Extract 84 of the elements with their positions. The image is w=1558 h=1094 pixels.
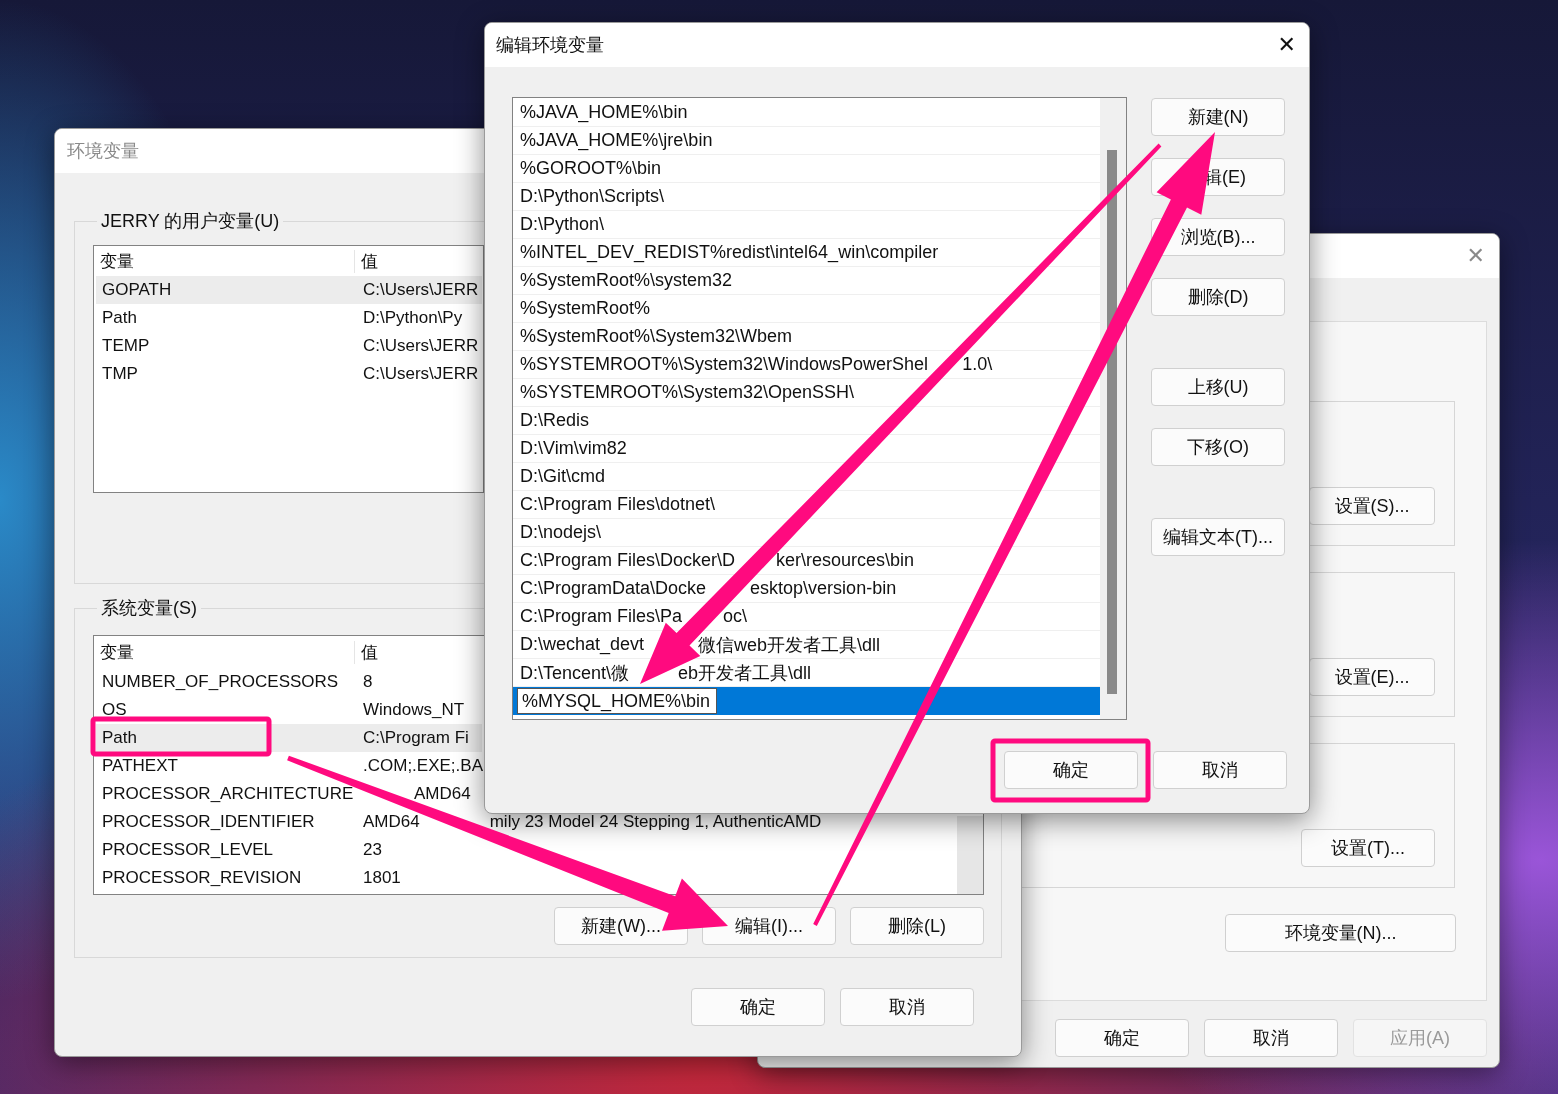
dialog-button[interactable]: 取消 xyxy=(1153,751,1287,789)
environment-variables-button[interactable]: 环境变量(N)... xyxy=(1225,914,1456,952)
list-button[interactable]: 删除(L) xyxy=(850,907,984,945)
path-entry[interactable]: %GOROOT%\bin xyxy=(520,158,662,179)
group-title: JERRY 的用户变量(U) xyxy=(100,210,281,233)
side-button[interactable]: 删除(D) xyxy=(1151,278,1285,316)
path-entry[interactable]: C:\Program Files\Docker\D xyxy=(520,550,736,571)
settings-button[interactable]: 设置(S)... xyxy=(1309,487,1435,525)
settings-button[interactable]: 设置(E)... xyxy=(1309,658,1435,696)
column-header[interactable]: 变量 xyxy=(94,640,355,664)
dialog-button[interactable]: 确定 xyxy=(691,988,825,1026)
path-input-field[interactable]: %MYSQL_HOME%\bin xyxy=(517,688,717,714)
variable-value: .COM;.EXE;.BA xyxy=(362,756,483,776)
list-button[interactable]: 编辑(I)... xyxy=(702,907,836,945)
path-entry[interactable]: 微信web开发者工具\dll xyxy=(698,632,881,657)
path-entry[interactable]: D:\nodejs\ xyxy=(520,522,602,543)
dialog-button[interactable]: 确定 xyxy=(1004,751,1138,789)
variable-value: C:\Users\JERR xyxy=(362,364,479,384)
path-entry[interactable]: %JAVA_HOME%\jre\bin xyxy=(520,130,713,151)
variable-name: TMP xyxy=(101,364,139,384)
path-entry[interactable]: oc\ xyxy=(723,606,748,627)
side-button[interactable]: 下移(O) xyxy=(1151,428,1285,466)
side-button[interactable]: 上移(U) xyxy=(1151,368,1285,406)
path-entry[interactable]: C:\Program Files\dotnet\ xyxy=(520,494,716,515)
path-entry[interactable]: D:\Git\cmd xyxy=(520,466,605,487)
path-entry[interactable]: D:\wechat_devt xyxy=(520,634,645,655)
scrollbar-thumb[interactable] xyxy=(1107,150,1117,694)
path-entry[interactable]: %SystemRoot% xyxy=(520,298,651,319)
variable-name: PROCESSOR_LEVEL xyxy=(101,840,274,860)
selected-row[interactable]: %MYSQL_HOME%\bin xyxy=(513,687,1100,715)
path-entry[interactable]: D:\Redis xyxy=(520,410,590,431)
variable-value: C:\Users\JERR xyxy=(362,280,479,300)
path-entry[interactable]: D:\Python\Scripts\ xyxy=(520,186,665,207)
window-title: 编辑环境变量 xyxy=(496,34,604,57)
selected-row[interactable]: Path C:\Program Fi xyxy=(96,724,482,752)
variable-value: 8 xyxy=(362,672,373,692)
path-entry[interactable]: %SYSTEMROOT%\System32\WindowsPowerShel xyxy=(520,354,929,375)
close-icon[interactable]: ✕ xyxy=(1277,34,1296,56)
path-entry[interactable]: %JAVA_HOME%\bin xyxy=(520,102,688,123)
variable-name: PROCESSOR_ARCHITECTURE xyxy=(101,784,355,804)
dialog-button[interactable]: 确定 xyxy=(1055,1019,1189,1057)
column-header[interactable]: 值 xyxy=(355,640,378,664)
variable-value: 1801 xyxy=(362,868,401,888)
variable-name: GOPATH xyxy=(101,280,173,300)
path-entry[interactable]: C:\ProgramData\Docke xyxy=(520,578,707,599)
variable-value: Windows_NT xyxy=(362,700,465,720)
scrollbar[interactable] xyxy=(957,816,983,894)
dialog-button[interactable]: 取消 xyxy=(1204,1019,1338,1057)
column-header[interactable]: 值 xyxy=(355,249,378,273)
variable-value: mily 23 Model 24 Stepping 1, AuthenticAMD xyxy=(488,812,822,832)
side-button[interactable]: 编辑文本(T)... xyxy=(1151,518,1285,556)
variable-name: NUMBER_OF_PROCESSORS xyxy=(101,672,340,692)
path-entry[interactable]: 1.0\ xyxy=(962,354,993,375)
variable-name: PROCESSOR_IDENTIFIER xyxy=(101,812,316,832)
path-entry[interactable]: %SYSTEMROOT%\System32\OpenSSH\ xyxy=(520,382,855,403)
variable-value: AMD64 xyxy=(413,784,471,804)
variable-value: AMD64 xyxy=(362,812,420,832)
path-entry[interactable]: C:\Program Files\Pa xyxy=(520,606,683,627)
column-header[interactable]: 变量 xyxy=(94,249,355,273)
variable-name: Path xyxy=(101,308,138,328)
path-entry[interactable]: esktop\version-bin xyxy=(750,578,897,599)
path-entry[interactable]: D:\Tencent\微 xyxy=(520,660,630,685)
path-entry[interactable]: %SystemRoot%\System32\Wbem xyxy=(520,326,793,347)
path-entry[interactable]: %INTEL_DEV_REDIST%redist\intel64_win\compiler xyxy=(520,242,939,263)
variable-name: PATHEXT xyxy=(101,756,179,776)
selected-row[interactable]: GOPATH C:\Users\JERR xyxy=(96,276,482,304)
variable-name: TEMP xyxy=(101,336,151,356)
settings-button[interactable]: 设置(T)... xyxy=(1301,829,1435,867)
variable-value: 23 xyxy=(362,840,382,860)
group-title: 系统变量(S) xyxy=(100,597,198,620)
path-entry[interactable]: eb开发者工具\dll xyxy=(678,660,812,685)
path-entry[interactable]: D:\Vim\vim82 xyxy=(520,438,627,459)
path-entry[interactable]: ker\resources\bin xyxy=(776,550,915,571)
path-entry[interactable]: %SystemRoot%\system32 xyxy=(520,270,733,291)
dialog-button[interactable]: 取消 xyxy=(840,988,974,1026)
variable-value: C:\Users\JERR xyxy=(362,336,479,356)
path-entry[interactable]: D:\Python\ xyxy=(520,214,605,235)
variable-value: D:\Python\Py xyxy=(362,308,463,328)
variable-name: PROCESSOR_REVISION xyxy=(101,868,303,888)
variable-name: Path xyxy=(101,728,138,748)
side-button[interactable]: 新建(N) xyxy=(1151,98,1285,136)
variable-name: OS xyxy=(101,700,128,720)
window-title: 环境变量 xyxy=(67,140,139,163)
variable-value: C:\Program Fi xyxy=(362,728,469,748)
